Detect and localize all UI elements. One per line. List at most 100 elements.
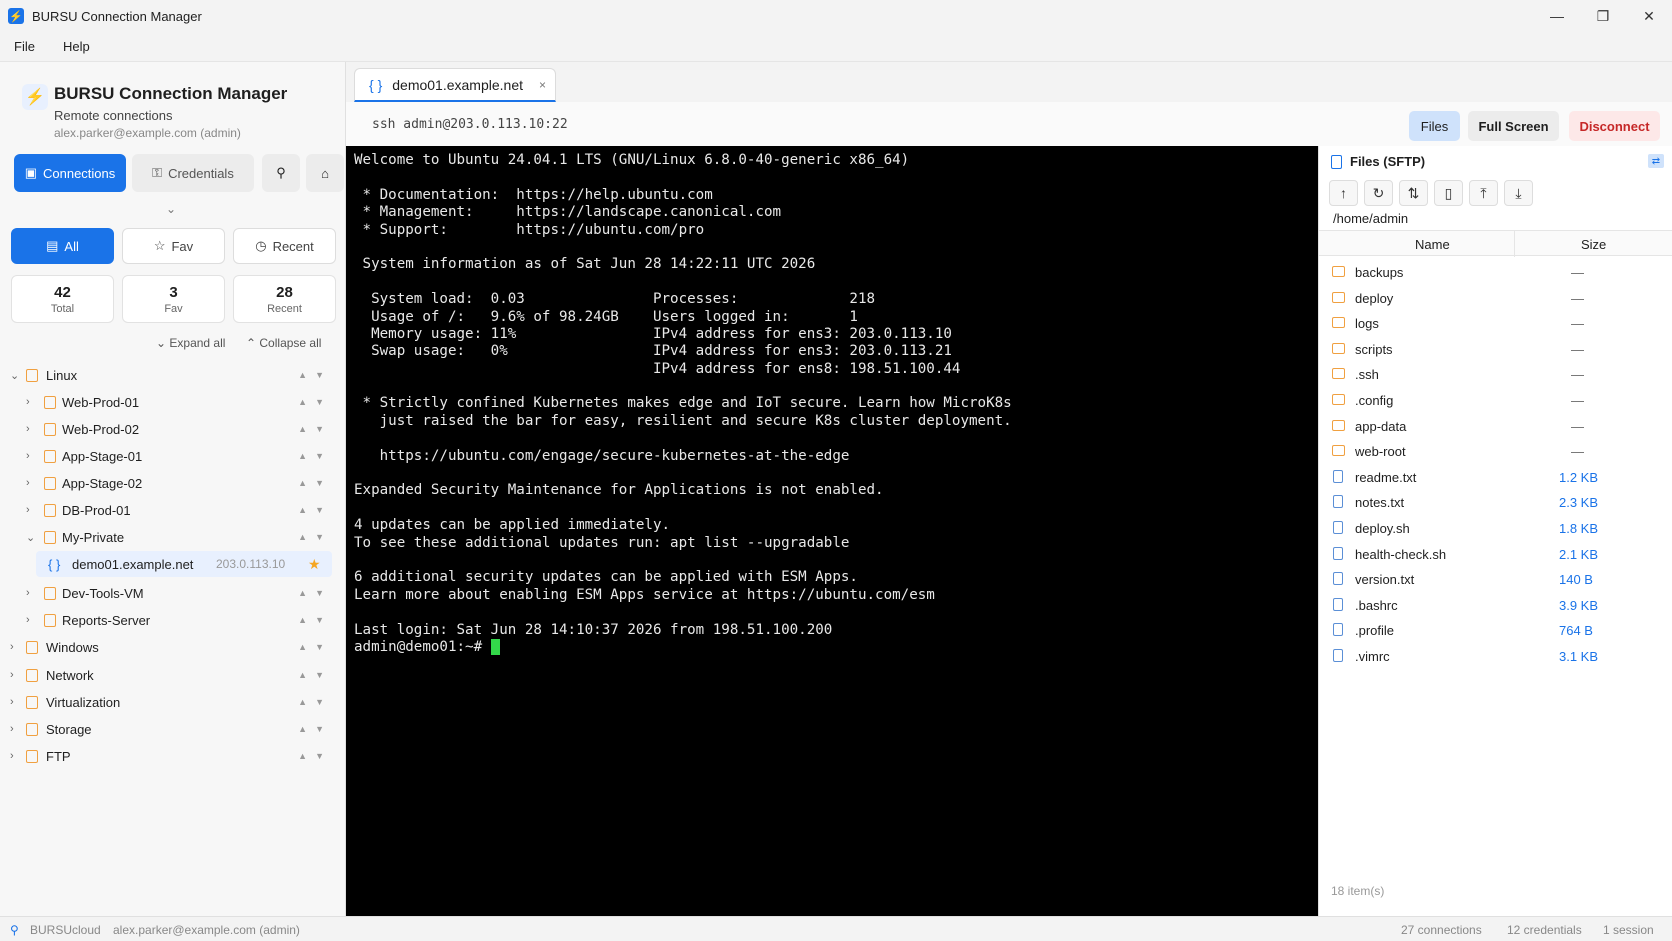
chevron-right-icon[interactable]: › xyxy=(26,450,30,462)
tree-folder[interactable]: › Dev-Tools-VM ▲▼ xyxy=(0,580,346,606)
reorder-arrows-icon[interactable]: ▲▼ xyxy=(298,697,332,707)
download-icon[interactable]: ⤓ xyxy=(1504,180,1533,206)
chevron-down-icon[interactable]: ⌄ xyxy=(10,369,19,382)
chevron-right-icon[interactable]: › xyxy=(10,696,14,708)
chevron-right-icon[interactable]: › xyxy=(26,504,30,516)
home-button[interactable]: ⌂ xyxy=(306,154,344,192)
favorite-star-icon[interactable]: ★ xyxy=(308,556,321,573)
panel-toggle-icon[interactable]: ⇄ xyxy=(1648,154,1664,168)
refresh-icon[interactable]: ↻ xyxy=(1364,180,1393,206)
reorder-arrows-icon[interactable]: ▲▼ xyxy=(298,615,332,625)
stats-row: 42 Total 3 Fav 28 Recent xyxy=(11,275,336,323)
menu-help[interactable]: Help xyxy=(49,39,104,54)
terminal-prompt[interactable]: admin@demo01:~# xyxy=(354,638,1310,656)
users-button[interactable]: ⚲ xyxy=(262,154,300,192)
tree-folder[interactable]: ⌄ Linux ▲▼ xyxy=(0,362,346,388)
close-tab-icon[interactable]: × xyxy=(539,78,546,92)
chevron-right-icon[interactable]: › xyxy=(26,614,30,626)
reorder-arrows-icon[interactable]: ▲▼ xyxy=(298,424,332,434)
reorder-arrows-icon[interactable]: ▲▼ xyxy=(298,724,332,734)
reorder-arrows-icon[interactable]: ▲▼ xyxy=(298,751,332,761)
folder-row[interactable]: app-data — xyxy=(1319,414,1672,439)
tree-folder[interactable]: › Network ▲▼ xyxy=(0,662,346,688)
reorder-arrows-icon[interactable]: ▲▼ xyxy=(298,505,332,515)
tree-folder[interactable]: ⌄ My-Private ▲▼ xyxy=(0,524,346,550)
folder-row[interactable]: .ssh — xyxy=(1319,362,1672,387)
connections-button[interactable]: ▣ Connections xyxy=(14,154,126,192)
reorder-arrows-icon[interactable]: ▲▼ xyxy=(298,642,332,652)
terminal[interactable]: Welcome to Ubuntu 24.04.1 LTS (GNU/Linux… xyxy=(346,146,1318,916)
column-name[interactable]: Name xyxy=(1415,237,1450,252)
up-arrow-icon[interactable]: ↑ xyxy=(1329,180,1358,206)
folder-row[interactable]: logs — xyxy=(1319,311,1672,336)
filter-row: ▤ All ☆ Fav ◷ Recent xyxy=(11,228,336,264)
file-row[interactable]: readme.txt 1.2 KB xyxy=(1319,465,1672,490)
files-button[interactable]: Files xyxy=(1409,111,1460,141)
file-row[interactable]: notes.txt 2.3 KB xyxy=(1319,490,1672,515)
menu-file[interactable]: File xyxy=(0,39,49,54)
close-window-button[interactable]: ✕ xyxy=(1626,0,1672,32)
folder-row[interactable]: scripts — xyxy=(1319,337,1672,362)
upload-icon[interactable]: ⤒ xyxy=(1469,180,1498,206)
expand-all-label: Expand all xyxy=(169,336,226,350)
reorder-arrows-icon[interactable]: ▲▼ xyxy=(298,451,332,461)
tree-folder[interactable]: › Virtualization ▲▼ xyxy=(0,689,346,715)
folder-row[interactable]: .config — xyxy=(1319,388,1672,413)
tree-folder[interactable]: › App-Stage-02 ▲▼ xyxy=(0,470,346,496)
disconnect-button[interactable]: Disconnect xyxy=(1569,111,1660,141)
file-row[interactable]: .profile 764 B xyxy=(1319,618,1672,643)
chevron-down-icon[interactable]: ⌄ xyxy=(26,531,35,544)
reorder-arrows-icon[interactable]: ▲▼ xyxy=(298,478,332,488)
reorder-arrows-icon[interactable]: ▲▼ xyxy=(298,370,332,380)
tree-folder[interactable]: › App-Stage-01 ▲▼ xyxy=(0,443,346,469)
tree-folder[interactable]: › FTP ▲▼ xyxy=(0,743,346,769)
chevron-right-icon[interactable]: › xyxy=(10,750,14,762)
sync-icon[interactable]: ⇅ xyxy=(1399,180,1428,206)
connection-item[interactable]: { } demo01.example.net 203.0.113.10 ★ xyxy=(36,551,332,577)
folder-row[interactable]: deploy — xyxy=(1319,286,1672,311)
credentials-button[interactable]: ⚿ Credentials xyxy=(132,154,254,192)
file-size: — xyxy=(1571,393,1584,408)
filter-fav-button[interactable]: ☆ Fav xyxy=(122,228,225,264)
reorder-arrows-icon[interactable]: ▲▼ xyxy=(298,397,332,407)
folder-row[interactable]: backups — xyxy=(1319,260,1672,285)
filter-all-button[interactable]: ▤ All xyxy=(11,228,114,264)
collapse-all-button[interactable]: ⌃ Collapse all xyxy=(246,336,321,350)
file-row[interactable]: deploy.sh 1.8 KB xyxy=(1319,516,1672,541)
file-row[interactable]: .vimrc 3.1 KB xyxy=(1319,644,1672,669)
file-row[interactable]: version.txt 140 B xyxy=(1319,567,1672,592)
column-size[interactable]: Size xyxy=(1581,237,1606,252)
file-size: 1.2 KB xyxy=(1559,469,1599,485)
reorder-arrows-icon[interactable]: ▲▼ xyxy=(298,670,332,680)
reorder-arrows-icon[interactable]: ▲▼ xyxy=(298,588,332,598)
chevron-right-icon[interactable]: › xyxy=(26,423,30,435)
tree-folder[interactable]: › Web-Prod-02 ▲▼ xyxy=(0,416,346,442)
chevron-down-icon[interactable]: ⌄ xyxy=(166,202,176,216)
file-name: .ssh xyxy=(1355,367,1379,383)
filter-recent-button[interactable]: ◷ Recent xyxy=(233,228,336,264)
file-name: .config xyxy=(1355,393,1394,408)
tree-folder[interactable]: › Web-Prod-01 ▲▼ xyxy=(0,389,346,415)
file-row[interactable]: health-check.sh 2.1 KB xyxy=(1319,542,1672,567)
reorder-arrows-icon[interactable]: ▲▼ xyxy=(298,532,332,542)
tree-folder[interactable]: › DB-Prod-01 ▲▼ xyxy=(0,497,346,523)
tree-folder[interactable]: › Windows ▲▼ xyxy=(0,634,346,660)
maximize-button[interactable]: ❐ xyxy=(1580,0,1626,32)
tab-demo01[interactable]: { } demo01.example.net × xyxy=(354,68,556,102)
file-size: — xyxy=(1571,290,1584,306)
expand-all-button[interactable]: ⌄ Expand all xyxy=(156,336,225,350)
chevron-right-icon[interactable]: › xyxy=(26,587,30,599)
chevron-right-icon[interactable]: › xyxy=(26,477,30,489)
minimize-button[interactable]: — xyxy=(1534,0,1580,32)
tree-folder[interactable]: › Storage ▲▼ xyxy=(0,716,346,742)
chevron-right-icon[interactable]: › xyxy=(10,669,14,681)
chevron-right-icon[interactable]: › xyxy=(10,641,14,653)
panel-icon[interactable]: ▯ xyxy=(1434,180,1463,206)
tree-folder[interactable]: › Reports-Server ▲▼ xyxy=(0,607,346,633)
chevron-right-icon[interactable]: › xyxy=(10,723,14,735)
full-screen-button[interactable]: Full Screen xyxy=(1468,111,1559,141)
chevron-right-icon[interactable]: › xyxy=(26,396,30,408)
folder-row[interactable]: web-root — xyxy=(1319,439,1672,464)
file-row[interactable]: .bashrc 3.9 KB xyxy=(1319,593,1672,618)
